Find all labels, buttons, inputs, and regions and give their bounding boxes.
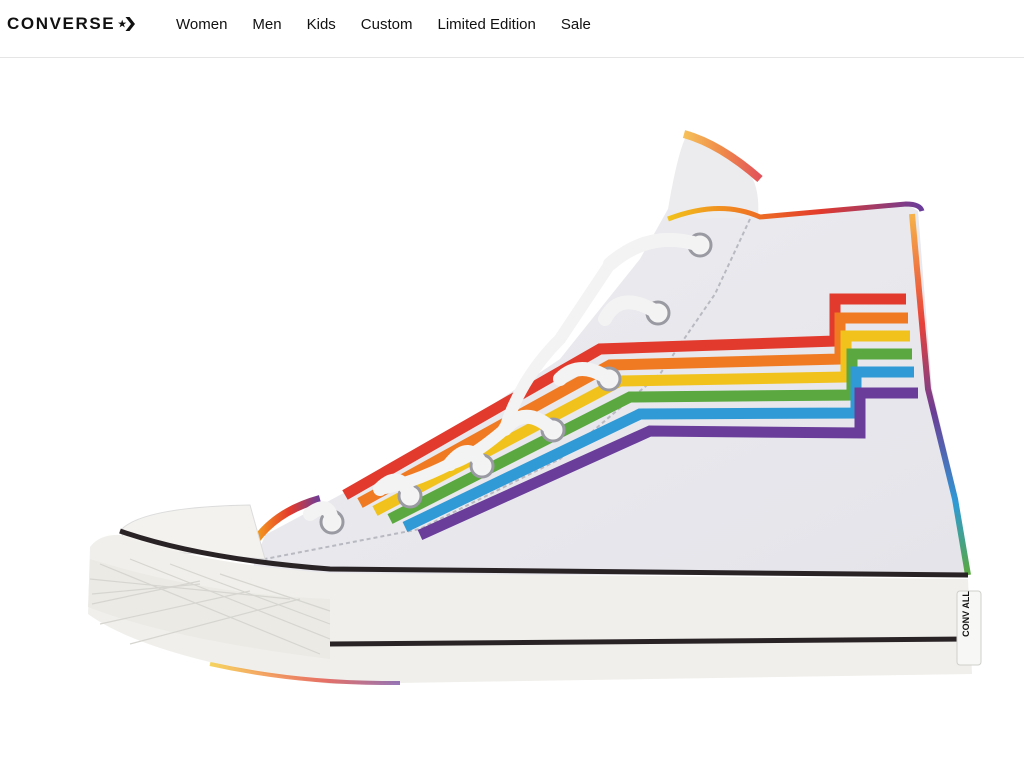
product-stage: CONV ALL (0, 59, 1024, 758)
main-nav: Women Men Kids Custom Limited Edition Sa… (176, 0, 591, 48)
converse-logo[interactable]: CONVERSE (7, 13, 136, 35)
site-header: CONVERSE Women Men Kids Custom Limited E… (0, 0, 1024, 58)
brand-wordmark: CONVERSE (7, 14, 116, 33)
nav-sale[interactable]: Sale (561, 16, 591, 33)
nav-kids[interactable]: Kids (307, 16, 336, 33)
nav-men[interactable]: Men (252, 16, 281, 33)
heel-license-plate: CONV ALL (956, 590, 982, 666)
nav-custom[interactable]: Custom (361, 16, 413, 33)
nav-women[interactable]: Women (176, 16, 227, 33)
star-chevron-logo-icon (118, 17, 136, 31)
heel-label-text: CONV ALL (961, 591, 971, 637)
nav-limited-edition[interactable]: Limited Edition (437, 16, 535, 33)
product-image: CONV ALL (88, 130, 982, 686)
